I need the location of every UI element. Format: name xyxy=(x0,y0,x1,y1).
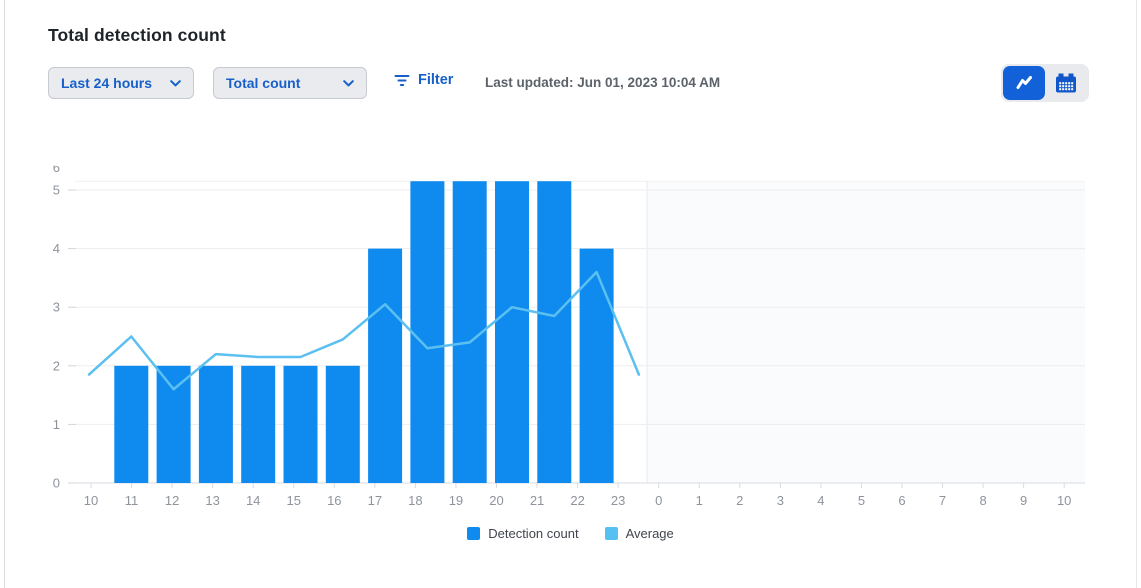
svg-text:13: 13 xyxy=(205,493,219,508)
detection-count-panel: Total detection count Last 24 hours Tota… xyxy=(0,0,1141,588)
svg-text:7: 7 xyxy=(939,493,946,508)
svg-text:10: 10 xyxy=(84,493,98,508)
svg-text:21: 21 xyxy=(530,493,544,508)
legend-swatch-average xyxy=(605,527,618,540)
view-toggle xyxy=(1001,64,1089,102)
legend-label-average: Average xyxy=(626,526,674,541)
svg-text:3: 3 xyxy=(53,300,60,315)
chevron-down-icon xyxy=(170,80,181,87)
chart-legend: Detection count Average xyxy=(0,526,1141,541)
svg-text:1: 1 xyxy=(696,493,703,508)
svg-text:1: 1 xyxy=(53,417,60,432)
svg-text:20: 20 xyxy=(489,493,503,508)
metric-select[interactable]: Total count xyxy=(213,67,367,99)
svg-text:6: 6 xyxy=(898,493,905,508)
filter-label: Filter xyxy=(418,72,453,88)
metric-value: Total count xyxy=(226,75,300,91)
svg-text:3: 3 xyxy=(777,493,784,508)
line-chart-icon xyxy=(1014,73,1034,93)
svg-text:9: 9 xyxy=(1020,493,1027,508)
svg-text:11: 11 xyxy=(125,493,139,508)
svg-text:15: 15 xyxy=(287,493,301,508)
svg-text:8: 8 xyxy=(979,493,986,508)
last-updated-text: Last updated: Jun 01, 2023 10:04 AM xyxy=(485,75,720,90)
svg-text:5: 5 xyxy=(858,493,865,508)
svg-text:0: 0 xyxy=(53,476,60,491)
page-title: Total detection count xyxy=(48,25,226,46)
last-updated-value: Jun 01, 2023 10:04 AM xyxy=(577,75,720,90)
svg-text:0: 0 xyxy=(655,493,662,508)
filter-icon xyxy=(394,73,410,88)
last-updated-label: Last updated: xyxy=(485,75,574,90)
svg-text:12: 12 xyxy=(165,493,179,508)
filter-button[interactable]: Filter xyxy=(394,72,453,88)
svg-text:14: 14 xyxy=(246,493,260,508)
svg-text:4: 4 xyxy=(53,241,60,256)
legend-item-detection-count[interactable]: Detection count xyxy=(467,526,578,541)
svg-text:23: 23 xyxy=(611,493,625,508)
svg-text:22: 22 xyxy=(570,493,584,508)
time-range-value: Last 24 hours xyxy=(61,75,152,91)
svg-text:16: 16 xyxy=(327,493,341,508)
legend-item-average[interactable]: Average xyxy=(605,526,674,541)
svg-text:5: 5 xyxy=(53,183,60,198)
svg-text:2: 2 xyxy=(53,358,60,373)
legend-label-detection-count: Detection count xyxy=(488,526,578,541)
svg-text:18: 18 xyxy=(408,493,422,508)
svg-text:10: 10 xyxy=(1057,493,1071,508)
svg-text:4: 4 xyxy=(817,493,824,508)
line-chart-view-button[interactable] xyxy=(1003,66,1045,100)
detection-count-chart: 0123456101112131415161718192021222301234… xyxy=(0,130,1141,560)
time-range-select[interactable]: Last 24 hours xyxy=(48,67,194,99)
svg-text:17: 17 xyxy=(368,493,382,508)
legend-swatch-detection-count xyxy=(467,527,480,540)
calendar-icon xyxy=(1055,72,1077,94)
calendar-view-button[interactable] xyxy=(1045,66,1087,100)
svg-text:2: 2 xyxy=(736,493,743,508)
svg-text:19: 19 xyxy=(449,493,463,508)
chevron-down-icon xyxy=(343,80,354,87)
